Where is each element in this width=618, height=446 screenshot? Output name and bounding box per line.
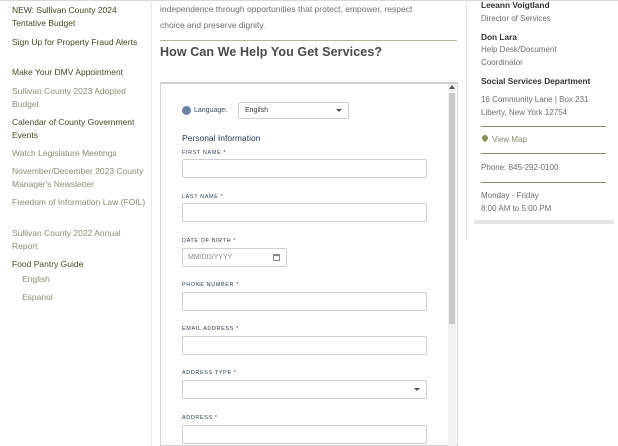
address-input[interactable] xyxy=(182,425,427,444)
address-label: ADDRESS * xyxy=(182,415,218,421)
chevron-down-icon xyxy=(414,388,420,391)
contact-divider xyxy=(481,126,606,127)
sidebar-item-dmv-appointment[interactable]: Make Your DMV Appointment xyxy=(12,66,148,79)
section-divider xyxy=(160,40,457,41)
contact-box-bottom-edge xyxy=(474,220,614,224)
contact-person-2-title-line-1: Help Desk/Document xyxy=(481,45,557,54)
intro-line-1: independence through opportunities that … xyxy=(160,4,413,14)
language-select[interactable]: English xyxy=(238,102,349,119)
contact-person-2-title-line-2: Coordinator xyxy=(481,58,523,67)
contact-person-2-name: Don Lara xyxy=(481,32,517,42)
email-address-label: EMAIL ADDRESS * xyxy=(182,326,239,332)
department-name: Social Services Department xyxy=(481,76,591,86)
intro-line-2: choice and preserve dignity. xyxy=(160,20,266,30)
email-address-input[interactable] xyxy=(182,336,427,355)
contact-divider xyxy=(481,153,606,154)
sidebar-nav: NEW: Sullivan County 2024 Tentative Budg… xyxy=(0,0,152,446)
address-type-select[interactable] xyxy=(182,380,427,399)
globe-icon xyxy=(182,106,191,115)
first-name-input[interactable] xyxy=(182,159,427,178)
first-name-label: FIRST NAME * xyxy=(182,150,227,156)
date-of-birth-placeholder: MM/DD/YYYY xyxy=(188,254,233,261)
contact-phone: Phone: 845-292-0100 xyxy=(481,163,559,172)
calendar-icon[interactable] xyxy=(273,254,280,261)
date-of-birth-label: DATE OF BIRTH * xyxy=(182,238,237,244)
sidebar-item-adopted-budget[interactable]: Sullivan County 2023 Adopted Budget xyxy=(12,85,148,110)
sidebar-item-foil[interactable]: Freedom of Information Law (FOIL) xyxy=(12,196,148,209)
sidebar-item-legislature-meetings[interactable]: Watch Legislature Meetings xyxy=(12,147,148,160)
sidebar-item-food-pantry-guide[interactable]: Food Pantry Guide xyxy=(12,258,148,271)
intro-text: independence through opportunities that … xyxy=(160,0,456,33)
language-label: Language: xyxy=(194,107,228,114)
contact-person-1-title: Director of Services xyxy=(481,14,551,23)
sidebar-subitem-espanol[interactable]: Espanol xyxy=(22,291,158,304)
page-title: How Can We Help You Get Services? xyxy=(160,45,383,59)
phone-number-input[interactable] xyxy=(182,292,427,311)
office-hours-days: Monday - Friday xyxy=(481,191,539,200)
personal-information-heading: Personal Information xyxy=(182,133,261,143)
sidebar-item-property-fraud-alerts[interactable]: Sign Up for Property Fraud Alerts xyxy=(12,36,148,49)
sidebar-subitem-english[interactable]: English xyxy=(22,273,158,286)
view-map-link[interactable]: View Map xyxy=(492,135,527,144)
sidebar-item-tentative-budget[interactable]: NEW: Sullivan County 2024 Tentative Budg… xyxy=(12,4,148,29)
last-name-input[interactable] xyxy=(182,203,427,222)
contact-person-1-name: Leeann Voigtland xyxy=(481,0,550,10)
sidebar-item-annual-report[interactable]: Sullivan County 2022 Annual Report xyxy=(12,227,148,252)
sidebar-item-calendar-events[interactable]: Calendar of County Government Events xyxy=(12,116,148,141)
scroll-up-arrow-icon[interactable] xyxy=(449,85,455,89)
language-select-value: English xyxy=(245,107,268,114)
date-of-birth-input[interactable]: MM/DD/YYYY xyxy=(182,248,287,267)
address-line-2: Liberty, New York 12754 xyxy=(481,108,568,117)
phone-number-label: PHONE NUMBER * xyxy=(182,282,239,288)
sidebar-item-newsletter[interactable]: November/December 2023 County Manager's … xyxy=(12,165,148,190)
contact-divider xyxy=(481,182,606,183)
office-hours-time: 8:00 AM to 5:00 PM xyxy=(481,204,552,213)
scrollbar-thumb[interactable] xyxy=(449,93,455,324)
address-line-1: 16 Community Lane | Box 231 xyxy=(481,95,589,104)
address-type-label: ADDRESS TYPE * xyxy=(182,370,237,376)
chevron-down-icon xyxy=(336,109,342,112)
last-name-label: LAST NAME * xyxy=(182,194,224,200)
